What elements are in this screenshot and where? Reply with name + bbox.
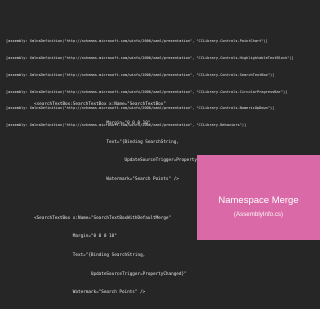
code-line: <searchTextBox:SearchTextBox x:Name="Sea… xyxy=(34,102,166,108)
code-line: [assembly: XmlnsDefinition("http://schem… xyxy=(6,39,268,44)
code-line: UpdateSourceTrigger=PropertyChanged}" xyxy=(34,271,187,277)
code-line: Margin="0 0 0 10" xyxy=(34,121,151,127)
slide-subtitle: (AssemblyInfo.cs) xyxy=(233,211,284,218)
code-line: Text="{Binding SearchString, xyxy=(34,139,179,145)
code-line: Watermark="Search Points" /> xyxy=(34,290,146,296)
title-box: Namespace Merge (AssemblyInfo.cs) xyxy=(197,155,320,240)
code-line: Text="{Binding SearchString, xyxy=(34,253,146,259)
slide: [assembly: XmlnsDefinition("http://schem… xyxy=(0,0,320,295)
code-line: [assembly: XmlnsDefinition("http://schem… xyxy=(6,72,275,77)
code-line: [assembly: XmlnsDefinition("http://schem… xyxy=(6,55,294,60)
slide-title: Namespace Merge xyxy=(218,195,299,206)
